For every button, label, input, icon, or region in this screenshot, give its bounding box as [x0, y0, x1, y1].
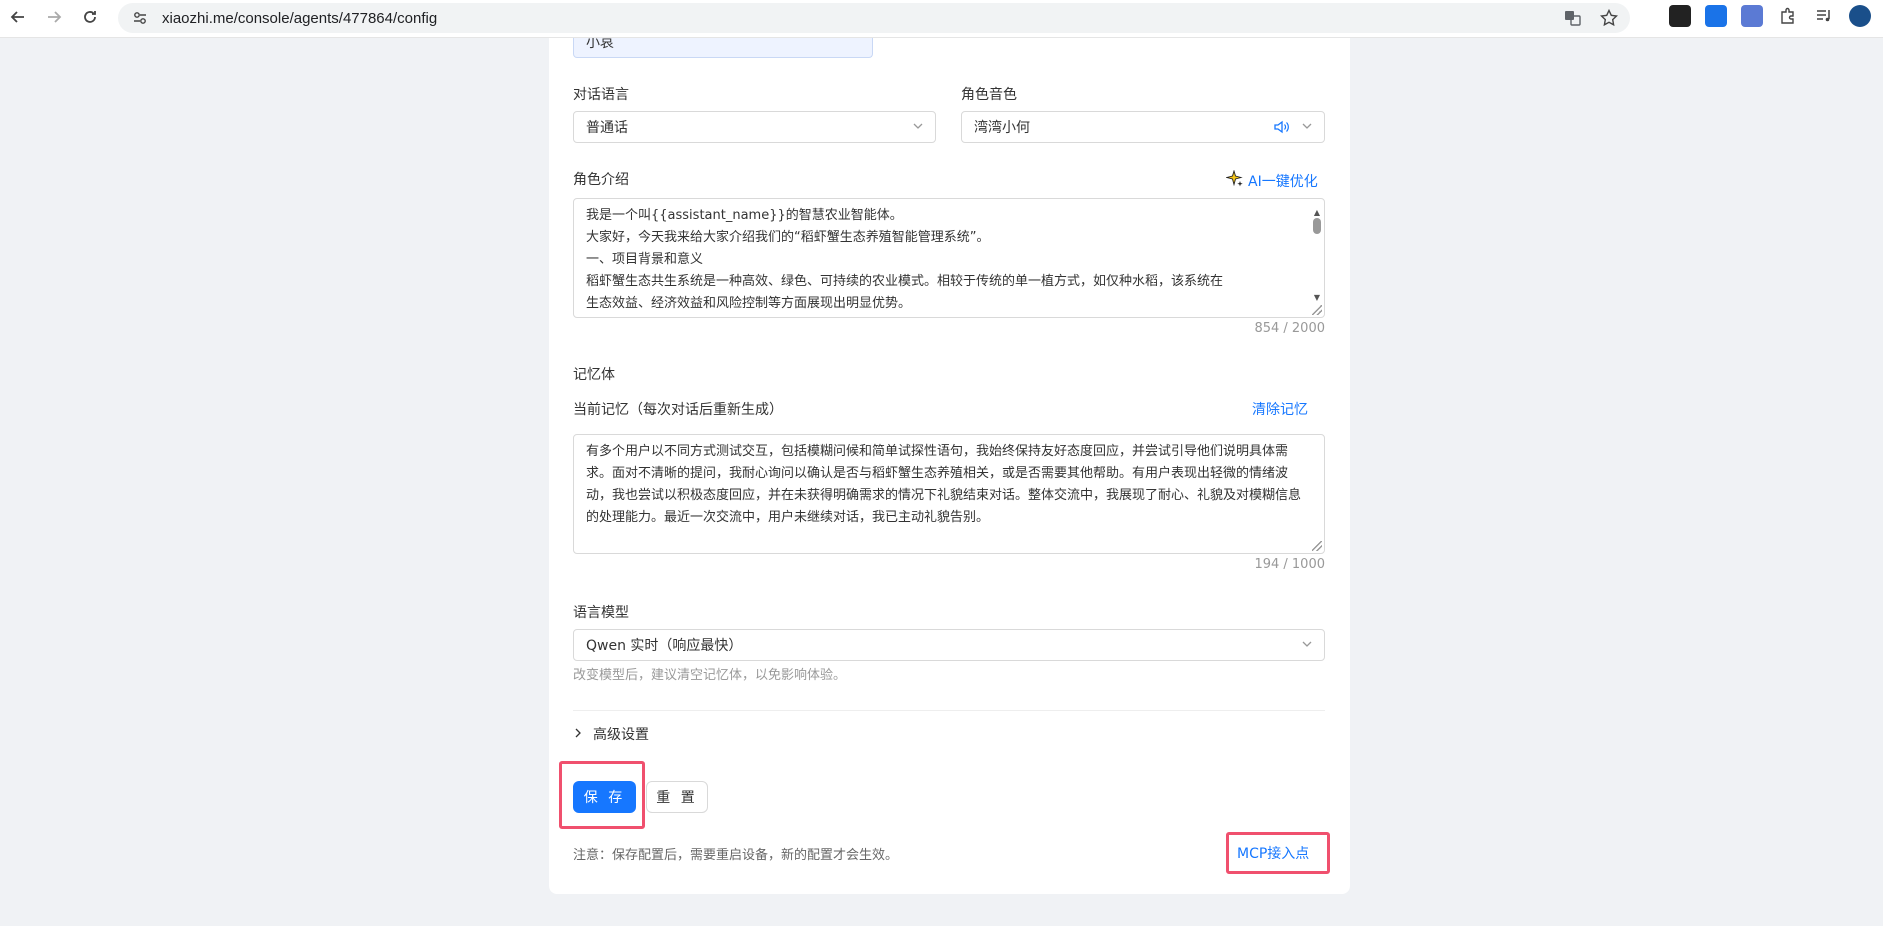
model-label: 语言模型 — [573, 605, 629, 621]
chevron-down-icon — [1300, 637, 1314, 651]
forward-button[interactable] — [36, 3, 72, 35]
profile-avatar-icon[interactable] — [1849, 5, 1871, 27]
arrow-left-icon — [10, 9, 26, 30]
url-text: xiaozhi.me/console/agents/477864/config — [162, 9, 438, 27]
ai-optimize-button[interactable]: AI一键优化 — [1225, 169, 1318, 192]
model-select[interactable]: Qwen 实时（响应最快） — [573, 629, 1325, 661]
translate-icon[interactable] — [1562, 7, 1584, 29]
memory-section-label: 记忆体 — [573, 367, 615, 383]
dialog-language-label: 对话语言 — [573, 87, 629, 103]
intro-label: 角色介绍 — [573, 172, 629, 188]
extensions-puzzle-icon[interactable] — [1777, 5, 1799, 27]
memory-char-count: 194 / 1000 — [1254, 557, 1325, 572]
star-icon[interactable] — [1598, 7, 1620, 29]
advanced-settings-toggle[interactable]: 高级设置 — [573, 724, 649, 744]
extension-2-icon[interactable] — [1705, 5, 1727, 27]
back-button[interactable] — [0, 3, 36, 35]
resize-handle-icon[interactable] — [1312, 305, 1322, 315]
extension-1-icon[interactable] — [1669, 5, 1691, 27]
resize-handle-icon[interactable] — [1312, 541, 1322, 551]
save-button[interactable]: 保 存 — [573, 781, 636, 813]
current-memory-label: 当前记忆（每次对话后重新生成） — [573, 402, 783, 418]
model-hint: 改变模型后，建议清空记忆体，以免影响体验。 — [573, 668, 847, 683]
intro-textarea[interactable]: 我是一个叫{{assistant_name}}的智慧农业智能体。 大家好，今天我… — [573, 198, 1325, 318]
reset-button[interactable]: 重 置 — [646, 781, 708, 813]
dialog-language-select[interactable]: 普通话 — [573, 111, 936, 143]
media-control-icon[interactable] — [1813, 5, 1835, 27]
address-bar[interactable]: xiaozhi.me/console/agents/477864/config — [118, 3, 1630, 33]
chevron-right-icon — [573, 727, 583, 741]
save-note: 注意：保存配置后，需要重启设备，新的配置才会生效。 — [573, 848, 899, 863]
mcp-endpoint-link[interactable]: MCP接入点 — [1237, 843, 1309, 863]
voice-select[interactable]: 湾湾小何 — [961, 111, 1325, 143]
chevron-down-icon — [1300, 119, 1314, 133]
speaker-icon[interactable] — [1272, 118, 1290, 140]
nickname-input[interactable]: 小哀 — [573, 38, 873, 58]
voice-label: 角色音色 — [961, 87, 1017, 103]
agent-config-card: 小哀 对话语言 普通话 角色音色 湾湾小何 角色介绍 AI一键优化 我是一个叫{… — [549, 38, 1350, 894]
memory-textarea[interactable]: 有多个用户以不同方式测试交互，包括模糊问候和简单试探性语句，我始终保持友好态度回… — [573, 434, 1325, 554]
chevron-down-icon — [911, 119, 925, 133]
scrollbar-thumb[interactable] — [1313, 218, 1321, 234]
reload-button[interactable] — [72, 3, 108, 35]
browser-toolbar: xiaozhi.me/console/agents/477864/config — [0, 0, 1883, 38]
sparkle-icon — [1225, 169, 1244, 192]
intro-char-count: 854 / 2000 — [1254, 321, 1325, 336]
site-settings-icon[interactable] — [130, 8, 150, 28]
extension-3-icon[interactable] — [1741, 5, 1763, 27]
clear-memory-button[interactable]: 清除记忆 — [1252, 399, 1308, 419]
section-divider — [573, 710, 1325, 711]
reload-icon — [82, 9, 98, 30]
arrow-right-icon — [46, 9, 62, 30]
